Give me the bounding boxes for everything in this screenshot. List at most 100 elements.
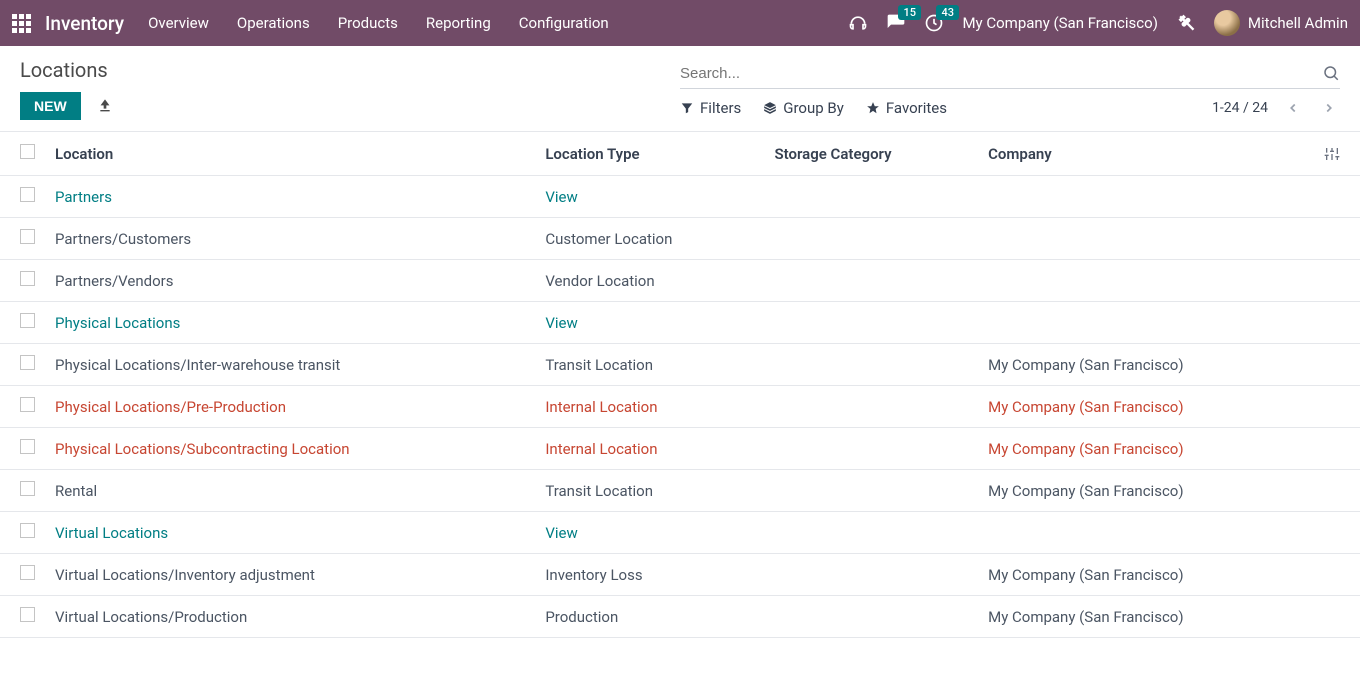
cell-location-type: View (545, 188, 577, 206)
nav-operations[interactable]: Operations (237, 14, 310, 32)
cell-location-type: Transit Location (545, 356, 653, 374)
cell-location[interactable]: Rental (55, 482, 97, 500)
table-row[interactable]: Virtual Locations View (0, 512, 1360, 554)
debug-icon[interactable] (1176, 13, 1196, 33)
app-brand[interactable]: Inventory (45, 12, 124, 35)
favorites-label: Favorites (886, 99, 947, 117)
toolbar-row: Filters Group By Favorites 1-24 / 24 (680, 89, 1340, 127)
cell-location[interactable]: Virtual Locations/Production (55, 608, 247, 626)
row-checkbox[interactable] (20, 607, 35, 622)
cell-company: My Company (San Francisco) (978, 386, 1314, 428)
nav-reporting[interactable]: Reporting (426, 14, 491, 32)
table-row[interactable]: Physical Locations/Subcontracting Locati… (0, 428, 1360, 470)
export-icon[interactable] (97, 98, 113, 114)
table-row[interactable]: Physical Locations/Inter-warehouse trans… (0, 344, 1360, 386)
table-row[interactable]: RentalTransit LocationMy Company (San Fr… (0, 470, 1360, 512)
row-checkbox[interactable] (20, 229, 35, 244)
user-menu[interactable]: Mitchell Admin (1214, 10, 1348, 36)
messaging-icon[interactable]: 15 (886, 13, 906, 33)
filters-button[interactable]: Filters (680, 99, 741, 117)
search-icon[interactable] (1322, 64, 1340, 82)
cell-location[interactable]: Physical Locations/Pre-Production (55, 398, 286, 416)
cell-storage-category (765, 428, 979, 470)
apps-icon[interactable] (12, 14, 31, 33)
nav-configuration[interactable]: Configuration (519, 14, 609, 32)
toolbar-left: Filters Group By Favorites (680, 99, 947, 117)
row-checkbox[interactable] (20, 481, 35, 496)
page-title: Locations (20, 58, 113, 82)
layers-icon (763, 101, 777, 115)
row-checkbox[interactable] (20, 397, 35, 412)
row-checkbox[interactable] (20, 313, 35, 328)
row-checkbox[interactable] (20, 565, 35, 580)
cell-location[interactable]: Physical Locations/Subcontracting Locati… (55, 440, 350, 458)
company-selector[interactable]: My Company (San Francisco) (962, 14, 1157, 32)
navbar-left: Inventory Overview Operations Products R… (12, 12, 609, 35)
navbar: Inventory Overview Operations Products R… (0, 0, 1360, 46)
cell-location[interactable]: Virtual Locations/Inventory adjustment (55, 566, 315, 584)
cell-location[interactable]: Virtual Locations (55, 524, 168, 542)
column-settings-icon[interactable] (1324, 146, 1340, 162)
cell-storage-category (765, 596, 979, 638)
nav-overview[interactable]: Overview (148, 14, 209, 32)
table-row[interactable]: Virtual Locations/Inventory adjustmentIn… (0, 554, 1360, 596)
groupby-button[interactable]: Group By (763, 99, 844, 117)
new-button[interactable]: NEW (20, 92, 81, 120)
cell-location-type: View (545, 524, 577, 542)
table-row[interactable]: Partners View (0, 176, 1360, 218)
cell-location-type: View (545, 314, 577, 332)
cell-storage-category (765, 176, 979, 218)
activities-badge: 43 (936, 5, 959, 20)
search-row (680, 58, 1340, 89)
cell-location[interactable]: Partners/Vendors (55, 272, 173, 290)
cell-storage-category (765, 218, 979, 260)
nav-items: Overview Operations Products Reporting C… (148, 14, 609, 32)
row-checkbox[interactable] (20, 187, 35, 202)
cell-location[interactable]: Physical Locations/Inter-warehouse trans… (55, 356, 340, 374)
cell-storage-category (765, 344, 979, 386)
cell-location-type: Internal Location (545, 440, 657, 458)
col-storage-category[interactable]: Storage Category (765, 132, 979, 176)
cell-company: My Company (San Francisco) (978, 554, 1314, 596)
table-row[interactable]: Virtual Locations/ProductionProductionMy… (0, 596, 1360, 638)
cell-storage-category (765, 302, 979, 344)
cell-storage-category (765, 554, 979, 596)
pager-next-icon[interactable] (1318, 101, 1340, 115)
support-icon[interactable] (848, 13, 868, 33)
row-checkbox[interactable] (20, 439, 35, 454)
search-input[interactable] (680, 65, 1322, 82)
activities-icon[interactable]: 43 (924, 13, 944, 33)
cell-location[interactable]: Partners (55, 188, 112, 206)
cell-storage-category (765, 386, 979, 428)
username: Mitchell Admin (1248, 14, 1348, 32)
navbar-right: 15 43 My Company (San Francisco) Mitchel… (848, 10, 1348, 36)
row-checkbox[interactable] (20, 271, 35, 286)
row-checkbox[interactable] (20, 523, 35, 538)
cell-company: My Company (San Francisco) (978, 428, 1314, 470)
pager-text[interactable]: 1-24 / 24 (1212, 100, 1268, 116)
filter-icon (680, 101, 694, 115)
table-row[interactable]: Physical Locations View (0, 302, 1360, 344)
select-all-checkbox[interactable] (20, 144, 35, 159)
table-row[interactable]: Physical Locations/Pre-ProductionInterna… (0, 386, 1360, 428)
pager-prev-icon[interactable] (1282, 101, 1304, 115)
cell-company (978, 302, 1314, 344)
cell-storage-category (765, 512, 979, 554)
cell-company (978, 218, 1314, 260)
control-panel: Locations NEW Filters Group By (0, 46, 1360, 127)
row-checkbox[interactable] (20, 355, 35, 370)
cell-company: My Company (San Francisco) (978, 344, 1314, 386)
cell-location[interactable]: Partners/Customers (55, 230, 191, 248)
col-location[interactable]: Location (45, 132, 535, 176)
locations-table: Location Location Type Storage Category … (0, 131, 1360, 638)
avatar (1214, 10, 1240, 36)
nav-products[interactable]: Products (338, 14, 398, 32)
table-row[interactable]: Partners/CustomersCustomer Location (0, 218, 1360, 260)
table-row[interactable]: Partners/VendorsVendor Location (0, 260, 1360, 302)
cell-location[interactable]: Physical Locations (55, 314, 180, 332)
cell-location-type: Transit Location (545, 482, 653, 500)
col-location-type[interactable]: Location Type (535, 132, 764, 176)
cell-company (978, 176, 1314, 218)
col-company[interactable]: Company (978, 132, 1314, 176)
favorites-button[interactable]: Favorites (866, 99, 947, 117)
